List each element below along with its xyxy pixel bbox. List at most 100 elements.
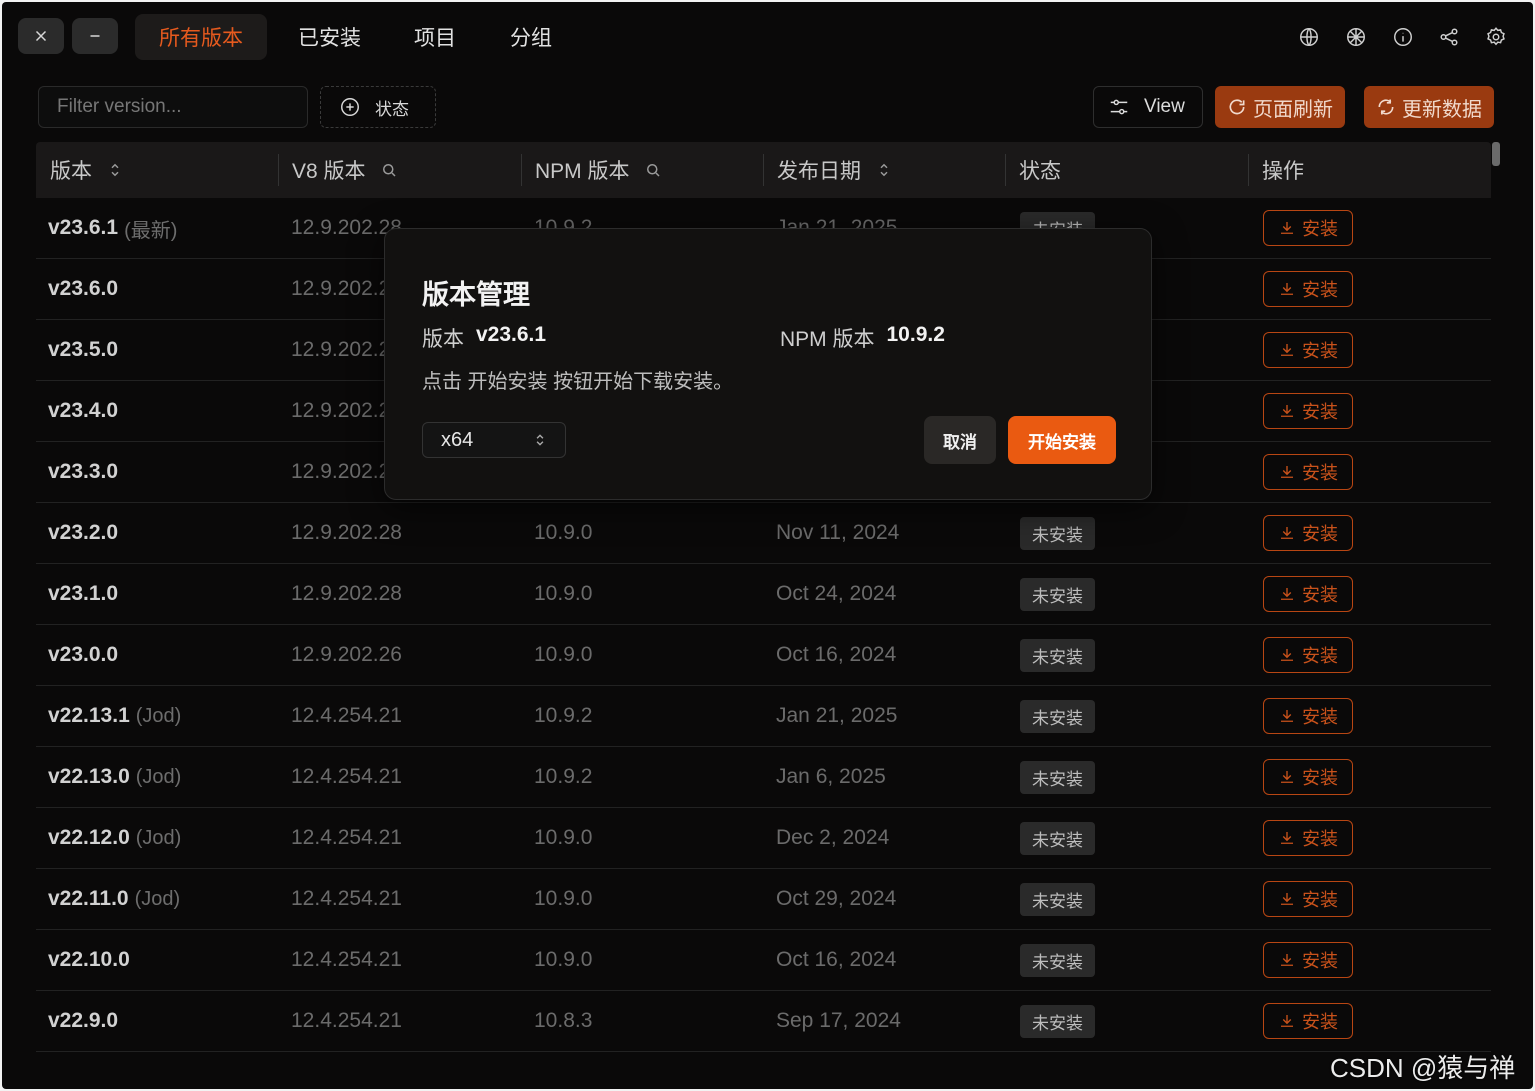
version-number: v22.13.1 bbox=[48, 704, 130, 727]
v8-version-cell: 12.4.254.21 bbox=[291, 765, 402, 788]
view-label: View bbox=[1144, 96, 1185, 117]
refresh-page-label: 页面刷新 bbox=[1253, 98, 1333, 121]
search-icon bbox=[382, 164, 396, 177]
version-cell: v22.13.0 (Jod) bbox=[48, 747, 181, 807]
download-icon bbox=[1281, 222, 1293, 234]
install-button[interactable]: 安装 bbox=[1263, 759, 1353, 795]
status-cell: 未安装 bbox=[1020, 808, 1095, 868]
dialog-version: 版本 v23.6.1 bbox=[422, 323, 547, 351]
start-install-button[interactable]: 开始安装 bbox=[1008, 416, 1116, 464]
version-tag: (Jod) bbox=[135, 826, 182, 849]
tab-groups[interactable]: 分组 bbox=[510, 14, 552, 60]
version-cell: v23.3.0 bbox=[48, 442, 124, 502]
download-icon bbox=[1281, 588, 1293, 600]
install-button[interactable]: 安装 bbox=[1263, 942, 1353, 978]
arch-select-value: x64 bbox=[441, 428, 474, 451]
aperture-icon[interactable] bbox=[1343, 24, 1369, 50]
tab-all-versions[interactable]: 所有版本 bbox=[135, 14, 267, 60]
globe-icon[interactable] bbox=[1296, 24, 1322, 50]
table-row: v23.1.0 12.9.202.28 10.9.0 Oct 24, 2024 … bbox=[36, 564, 1491, 625]
table-row: v22.13.1 (Jod) 12.4.254.21 10.9.2 Jan 21… bbox=[36, 686, 1491, 747]
col-status: 状态 bbox=[1019, 160, 1061, 183]
top-bar: 所有版本 已安装 项目 分组 bbox=[2, 2, 1533, 72]
view-button[interactable]: View bbox=[1093, 86, 1203, 128]
install-label: 安装 bbox=[1302, 280, 1338, 300]
minimize-icon bbox=[90, 35, 100, 37]
v8-version-cell: 12.4.254.21 bbox=[291, 826, 402, 849]
status-cell: 未安装 bbox=[1020, 503, 1095, 563]
update-data-button[interactable]: 更新数据 bbox=[1364, 86, 1494, 128]
status-cell: 未安装 bbox=[1020, 869, 1095, 929]
col-version[interactable]: 版本 bbox=[50, 142, 124, 198]
table-row: v22.10.0 12.4.254.21 10.9.0 Oct 16, 2024… bbox=[36, 930, 1491, 991]
install-button[interactable]: 安装 bbox=[1263, 332, 1353, 368]
table-row: v22.9.0 12.4.254.21 10.8.3 Sep 17, 2024 … bbox=[36, 991, 1491, 1052]
npm-version-cell: 10.9.2 bbox=[534, 704, 593, 727]
install-button[interactable]: 安装 bbox=[1263, 698, 1353, 734]
sliders-icon bbox=[1110, 99, 1128, 115]
arch-select[interactable]: x64 bbox=[422, 422, 566, 458]
sort-icon bbox=[880, 163, 888, 177]
install-button[interactable]: 安装 bbox=[1263, 271, 1353, 307]
download-icon bbox=[1281, 954, 1293, 966]
status-badge: 未安装 bbox=[1020, 760, 1095, 794]
version-number: v22.12.0 bbox=[48, 826, 130, 849]
update-data-label: 更新数据 bbox=[1402, 98, 1482, 121]
col-release-date[interactable]: 发布日期 bbox=[777, 142, 893, 198]
install-button[interactable]: 安装 bbox=[1263, 576, 1353, 612]
install-button[interactable]: 安装 bbox=[1263, 393, 1353, 429]
sort-icon bbox=[111, 163, 119, 177]
refresh-page-button[interactable]: 页面刷新 bbox=[1215, 86, 1345, 128]
status-badge: 未安装 bbox=[1020, 1004, 1095, 1038]
install-label: 安装 bbox=[1302, 707, 1338, 727]
version-number: v22.9.0 bbox=[48, 1009, 119, 1032]
minimize-button[interactable] bbox=[72, 18, 118, 54]
npm-version-cell: 10.9.0 bbox=[534, 948, 593, 971]
install-button[interactable]: 安装 bbox=[1263, 881, 1353, 917]
install-label: 安装 bbox=[1302, 768, 1338, 788]
refresh-icon bbox=[1229, 99, 1245, 115]
download-icon bbox=[1281, 771, 1293, 783]
install-button[interactable]: 安装 bbox=[1263, 515, 1353, 551]
plus-circle-icon bbox=[341, 98, 359, 116]
install-button[interactable]: 安装 bbox=[1263, 1003, 1353, 1039]
col-v8-version[interactable]: V8 版本 bbox=[292, 142, 398, 198]
column-divider bbox=[1248, 154, 1249, 186]
v8-version-cell: 12.9.202.26 bbox=[291, 643, 402, 666]
table-header: 版本 V8 版本 NPM 版本 发布日期 状态 操作 bbox=[36, 142, 1491, 198]
status-cell: 未安装 bbox=[1020, 625, 1095, 685]
gear-icon[interactable] bbox=[1483, 24, 1509, 50]
chevron-up-down-icon bbox=[536, 434, 544, 446]
column-divider bbox=[278, 154, 279, 186]
table-row: v22.12.0 (Jod) 12.4.254.21 10.9.0 Dec 2,… bbox=[36, 808, 1491, 869]
col-npm-version[interactable]: NPM 版本 bbox=[535, 142, 662, 198]
status-cell: 未安装 bbox=[1020, 564, 1095, 624]
status-filter-button[interactable]: 状态 bbox=[320, 86, 436, 128]
version-number: v23.3.0 bbox=[48, 460, 119, 483]
install-button[interactable]: 安装 bbox=[1263, 454, 1353, 490]
status-cell: 未安装 bbox=[1020, 686, 1095, 746]
version-tag: (Jod) bbox=[135, 704, 182, 727]
version-number: v22.13.0 bbox=[48, 765, 130, 788]
release-date-cell: Oct 24, 2024 bbox=[776, 582, 897, 605]
install-label: 安装 bbox=[1302, 890, 1338, 910]
tab-installed[interactable]: 已安装 bbox=[298, 14, 361, 60]
share-icon[interactable] bbox=[1436, 24, 1462, 50]
install-button[interactable]: 安装 bbox=[1263, 210, 1353, 246]
download-icon bbox=[1281, 344, 1293, 356]
install-label: 安装 bbox=[1302, 1012, 1338, 1032]
version-number: v23.6.1 bbox=[48, 216, 119, 239]
version-cell: v22.11.0 (Jod) bbox=[48, 869, 180, 929]
scrollbar-thumb[interactable] bbox=[1492, 142, 1500, 166]
filter-version-input[interactable] bbox=[38, 86, 308, 128]
install-button[interactable]: 安装 bbox=[1263, 820, 1353, 856]
install-button[interactable]: 安装 bbox=[1263, 637, 1353, 673]
info-icon[interactable] bbox=[1390, 24, 1416, 50]
version-cell: v23.1.0 bbox=[48, 564, 124, 624]
tab-projects[interactable]: 项目 bbox=[414, 14, 456, 60]
cancel-button[interactable]: 取消 bbox=[924, 416, 996, 464]
version-cell: v22.12.0 (Jod) bbox=[48, 808, 181, 868]
version-number: v23.1.0 bbox=[48, 582, 119, 605]
close-button[interactable] bbox=[18, 18, 64, 54]
release-date-cell: Jan 6, 2025 bbox=[776, 765, 886, 788]
